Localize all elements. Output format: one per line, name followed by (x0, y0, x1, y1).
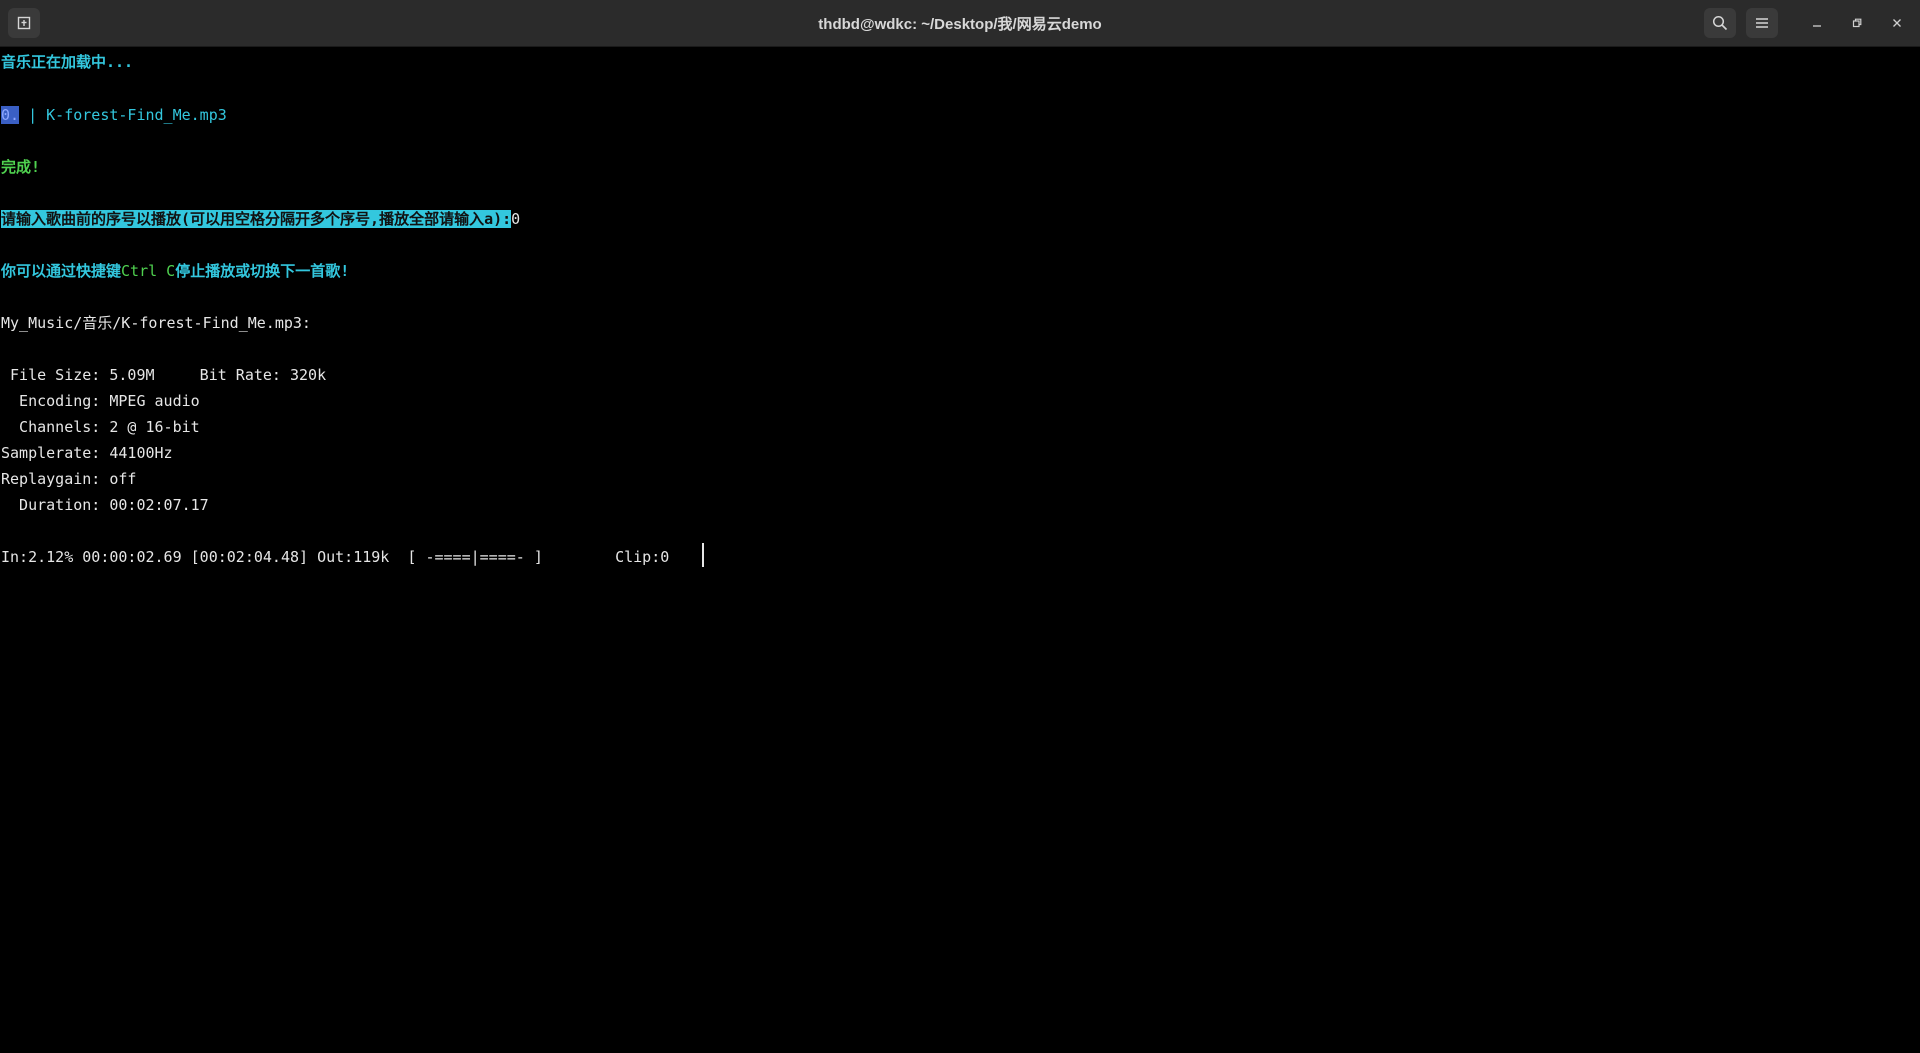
replaygain-line: Replaygain: off (1, 470, 137, 488)
hint-prefix: 你可以通过快捷键 (1, 262, 122, 280)
file-size-line: File Size: 5.09M Bit Rate: 320k (1, 366, 327, 384)
done-message: 完成! (1, 158, 41, 176)
new-tab-icon (17, 16, 31, 30)
terminal-output[interactable]: 音乐正在加载中... 0. | K-forest-Find_Me.mp3 完成!… (0, 47, 1920, 1053)
loading-message: 音乐正在加载中... (1, 53, 134, 71)
close-button[interactable] (1882, 8, 1912, 38)
hamburger-menu-icon (1756, 18, 1768, 28)
search-icon (1712, 15, 1728, 31)
minimize-icon (1813, 25, 1821, 27)
hint-line: 你可以通过快捷键Ctrl C停止播放或切换下一首歌! (1, 261, 349, 281)
window-title: thdbd@wdkc: ~/Desktop/我/网易云demo (818, 15, 1102, 33)
search-button[interactable] (1704, 8, 1736, 38)
song-list-item: 0. | K-forest-Find_Me.mp3 (1, 105, 227, 125)
encoding-line: Encoding: MPEG audio (1, 392, 200, 410)
text-cursor (702, 543, 704, 567)
new-tab-button[interactable] (8, 8, 40, 38)
restore-icon (1852, 18, 1862, 28)
song-index: 0. (1, 106, 20, 124)
close-icon (1893, 19, 1901, 27)
playback-progress-line: In:2.12% 00:00:02.69 [00:02:04.48] Out:1… (1, 548, 670, 566)
channels-line: Channels: 2 @ 16-bit (1, 418, 200, 436)
file-path: My_Music/音乐/K-forest-Find_Me.mp3: (1, 314, 311, 332)
input-prompt: 请输入歌曲前的序号以播放(可以用空格分隔开多个序号,播放全部请输入a): (1, 210, 512, 228)
hint-shortcut-key: Ctrl C (121, 262, 176, 280)
maximize-button[interactable] (1842, 8, 1872, 38)
song-separator: | (19, 106, 47, 124)
minimize-button[interactable] (1802, 8, 1832, 38)
samplerate-line: Samplerate: 44100Hz (1, 444, 173, 462)
duration-line: Duration: 00:02:07.17 (1, 496, 209, 514)
prompt-line: 请输入歌曲前的序号以播放(可以用空格分隔开多个序号,播放全部请输入a):0 (1, 209, 520, 229)
terminal-window: thdbd@wdkc: ~/Desktop/我/网易云demo 音乐正在加载中.… (0, 0, 1920, 1053)
user-input: 0 (511, 210, 521, 228)
hint-suffix: 停止播放或切换下一首歌! (175, 262, 350, 280)
song-name: K-forest-Find_Me.mp3 (46, 106, 227, 124)
title-bar: thdbd@wdkc: ~/Desktop/我/网易云demo (0, 0, 1920, 47)
menu-button[interactable] (1746, 8, 1778, 38)
